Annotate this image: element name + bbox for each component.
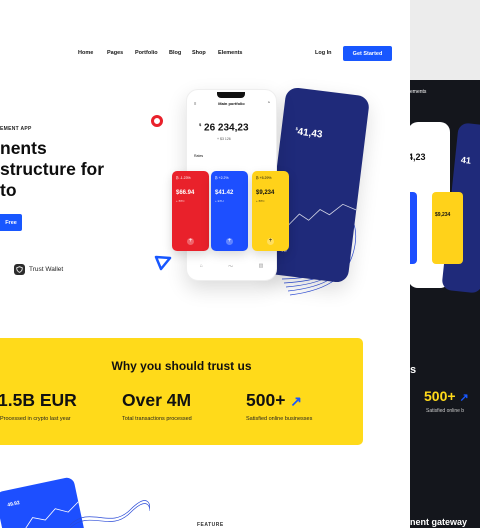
stat-businesses-label: Satisfied online businesses xyxy=(246,416,313,422)
arrow-up-right-icon: ↗ xyxy=(290,393,303,409)
hero-headline: nents structure for to xyxy=(0,138,104,201)
dark-footer-heading: nent gateway xyxy=(410,517,468,527)
feature-label: FEATURE xyxy=(197,522,224,528)
home-icon[interactable]: ⌂ xyxy=(200,263,203,270)
chart-icon[interactable]: 〜 xyxy=(228,263,233,270)
plus-icon[interactable]: + xyxy=(226,238,233,245)
dark-nav-label: ements xyxy=(410,89,427,95)
dark-preview: ements 4,23 41 $9,234 s 500+ ↗ Satisfied… xyxy=(410,80,480,528)
nav-portfolio[interactable]: Portfolio xyxy=(135,50,158,56)
dark-card-blue xyxy=(410,192,417,264)
try-free-button[interactable]: Free xyxy=(0,214,22,231)
headline-line-3: to xyxy=(0,180,17,200)
card-change: ₿ +5.29% xyxy=(256,176,272,180)
get-started-button[interactable]: Get Started xyxy=(343,46,392,61)
coin-card-3[interactable]: ₿ +5.29% $9,234 + BTC + xyxy=(252,171,289,251)
card-value: $66.94 xyxy=(176,190,195,196)
dark-stat: 500+ ↗ xyxy=(424,388,469,404)
arrow-up-right-icon: ↗ xyxy=(459,392,469,404)
login-link[interactable]: Log In xyxy=(315,50,332,56)
red-ring-decoration xyxy=(151,115,163,127)
plus-icon[interactable]: + xyxy=(187,238,194,245)
plus-icon[interactable]: + xyxy=(267,238,274,245)
card-value: $9,234 xyxy=(256,190,275,196)
card-sub: + ETH xyxy=(215,199,224,203)
stat-volume: 1.5B EUR xyxy=(0,390,77,410)
bell-icon[interactable]: ◔ xyxy=(267,100,270,106)
stat-transactions: Over 4M xyxy=(122,390,192,410)
phone-title: Main portfolio xyxy=(218,101,245,106)
nav-blog[interactable]: Blog xyxy=(169,50,181,56)
portfolio-change: + $3 126 xyxy=(217,137,231,141)
headline-line-2: structure for xyxy=(0,159,105,179)
main-page: Home Pages Portfolio Blog Shop Elements … xyxy=(0,0,410,528)
bottom-phone-value: 49.92 xyxy=(6,500,21,509)
nav-home[interactable]: Home xyxy=(78,50,93,56)
trust-wallet-label: Trust Wallet xyxy=(29,266,64,273)
hero-eyebrow: EMENT APP xyxy=(0,126,32,132)
coin-card-1[interactable]: ₿ -1.23% $66.94 + BTC + xyxy=(172,171,209,251)
asset-value: $41,43 xyxy=(295,126,324,141)
card-change: ₿ +2.2% xyxy=(215,176,229,180)
card-sub: + BTC xyxy=(176,199,185,203)
trust-title: Why you should trust us xyxy=(111,359,252,373)
trust-wallet-badge: Trust Wallet xyxy=(14,264,63,275)
dark-card-value: $9,234 xyxy=(435,212,451,218)
tab-rates[interactable]: Rates xyxy=(194,154,203,158)
dark-amount-2: 41 xyxy=(460,154,472,166)
bottom-wave-decoration xyxy=(70,500,150,528)
coin-card-2[interactable]: ₿ +2.2% $41.42 + ETH + xyxy=(211,171,248,251)
card-sub: + BTC xyxy=(256,199,265,203)
headline-line-1: nents xyxy=(0,138,47,158)
dark-stat-label: Satisfied online b xyxy=(426,408,465,414)
stat-volume-label: Processed in crypto last year xyxy=(0,416,71,422)
card-value: $41.42 xyxy=(215,190,234,196)
nav-elements[interactable]: Elements xyxy=(218,50,242,56)
triangle-decoration xyxy=(154,255,172,271)
nav-shop[interactable]: Shop xyxy=(192,50,206,56)
stat-transactions-label: Total transactions processed xyxy=(122,416,192,422)
phone-tabbar: ⌂ 〜 ▥ xyxy=(187,263,276,270)
nav-pages[interactable]: Pages xyxy=(107,50,123,56)
dark-amount: 4,23 xyxy=(410,152,426,162)
dark-card-yellow: $9,234 xyxy=(432,192,463,264)
phone-notch xyxy=(217,92,245,98)
stat-businesses: 500+ ↗ xyxy=(246,390,303,410)
shield-icon xyxy=(14,264,25,275)
card-change: ₿ -1.23% xyxy=(176,176,191,180)
dark-section-suffix: s xyxy=(410,364,417,376)
wallet-icon[interactable]: ▥ xyxy=(259,263,264,270)
portfolio-balance: $ 26 234,23 xyxy=(199,122,249,134)
